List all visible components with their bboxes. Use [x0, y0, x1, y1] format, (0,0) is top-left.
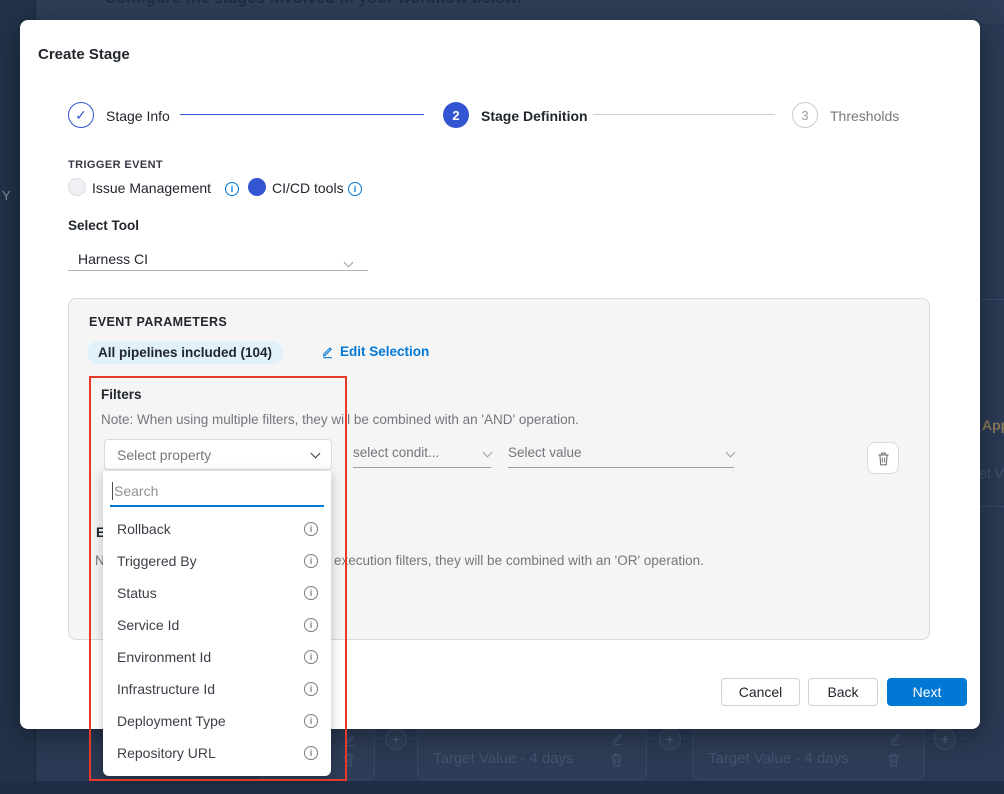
- radio-cicd-tools[interactable]: [248, 178, 266, 196]
- workflow-card-label: Target Value - 4 days: [708, 750, 849, 767]
- option-infrastructure-id[interactable]: Infrastructure Id i: [103, 673, 331, 705]
- next-button[interactable]: Next: [887, 678, 967, 706]
- trash-icon: [887, 752, 900, 767]
- radio-label-issue-management[interactable]: Issue Management: [92, 180, 211, 196]
- edit-pencil-icon: [889, 732, 902, 746]
- filter-value-select[interactable]: Select value: [508, 445, 734, 468]
- back-button[interactable]: Back: [808, 678, 878, 706]
- filter-property-placeholder: Select property: [117, 447, 211, 463]
- background-connector-dash: [980, 506, 1004, 507]
- search-input[interactable]: [110, 476, 324, 507]
- connector-dash: [410, 738, 417, 739]
- chevron-down-icon: [311, 448, 321, 458]
- info-icon[interactable]: i: [304, 714, 318, 728]
- edit-pencil-icon: [321, 345, 334, 359]
- select-tool-label: Select Tool: [68, 218, 139, 233]
- connector-dash: [376, 738, 383, 739]
- trash-icon: [877, 451, 890, 466]
- execution-filters-note-fragment: execution filters, they will be combined…: [334, 553, 704, 568]
- property-options-list: Rollback i Triggered By i Status i Servi…: [103, 513, 331, 769]
- background-card-label-fragment: et V: [979, 465, 1004, 481]
- step-number: 3: [801, 108, 808, 123]
- option-environment-id[interactable]: Environment Id i: [103, 641, 331, 673]
- sidebar-label-fragment: Y: [2, 188, 11, 203]
- modal-title: Create Stage: [38, 46, 130, 63]
- radio-label-cicd-tools[interactable]: CI/CD tools: [272, 180, 344, 196]
- workflow-card-label: Target Value - 4 days: [433, 750, 574, 767]
- stepper-label-thresholds[interactable]: Thresholds: [830, 108, 899, 124]
- select-tool-underline: [68, 270, 368, 271]
- info-icon[interactable]: i: [304, 586, 318, 600]
- edit-selection-label: Edit Selection: [340, 344, 429, 359]
- option-service-id[interactable]: Service Id i: [103, 609, 331, 641]
- text-cursor: [112, 482, 113, 500]
- event-parameters-heading: EVENT PARAMETERS: [89, 315, 227, 329]
- stepper-connector: [593, 114, 775, 115]
- connector-dash: [926, 738, 933, 739]
- delete-filter-button[interactable]: [867, 442, 899, 474]
- check-icon: ✓: [75, 107, 87, 124]
- stepper-label-stage-definition[interactable]: Stage Definition: [481, 108, 588, 124]
- edit-pencil-icon: [611, 732, 624, 746]
- add-stage-button: +: [659, 728, 681, 750]
- stepper-connector: [180, 114, 424, 115]
- filter-value-placeholder: Select value: [508, 445, 582, 460]
- stepper-step-stage-info[interactable]: ✓: [68, 102, 94, 128]
- stepper-step-thresholds[interactable]: 3: [792, 102, 818, 128]
- info-icon[interactable]: i: [304, 650, 318, 664]
- trash-icon: [610, 752, 623, 767]
- plus-icon: +: [392, 731, 400, 747]
- workflow-card: Target Value - 4 days: [692, 727, 925, 780]
- filters-note: Note: When using multiple filters, they …: [101, 412, 579, 427]
- background-banner-text: Configure the stages involved in your wo…: [105, 0, 522, 8]
- connector-dash: [960, 738, 967, 739]
- filter-condition-select[interactable]: select condit...: [353, 445, 491, 468]
- option-repository-url[interactable]: Repository URL i: [103, 737, 331, 769]
- edit-pencil-icon: [343, 733, 356, 747]
- chevron-down-icon[interactable]: [345, 253, 352, 271]
- filter-condition-placeholder: select condit...: [353, 445, 439, 460]
- filters-heading: Filters: [101, 387, 142, 402]
- info-icon[interactable]: i: [304, 746, 318, 760]
- trigger-event-label: TRIGGER EVENT: [68, 159, 163, 171]
- connector-dash: [650, 738, 657, 739]
- edit-selection-link[interactable]: Edit Selection: [321, 344, 429, 359]
- radio-issue-management[interactable]: [68, 178, 86, 196]
- select-tool-dropdown[interactable]: Harness CI: [78, 251, 148, 267]
- info-icon-cicd-tools[interactable]: i: [348, 182, 362, 196]
- step-number: 2: [452, 108, 459, 123]
- add-stage-button: +: [385, 728, 407, 750]
- property-dropdown-menu: Rollback i Triggered By i Status i Servi…: [103, 471, 331, 776]
- stepper-label-stage-info[interactable]: Stage Info: [106, 108, 170, 124]
- trash-icon: [342, 752, 355, 767]
- chevron-down-icon: [483, 448, 493, 458]
- background-bottom-strip: [0, 781, 1004, 794]
- chevron-down-icon: [726, 448, 736, 458]
- background-stage-label-fragment: App: [982, 417, 1004, 433]
- option-triggered-by[interactable]: Triggered By i: [103, 545, 331, 577]
- cancel-button[interactable]: Cancel: [721, 678, 800, 706]
- pipelines-included-badge: All pipelines included (104): [87, 341, 283, 364]
- filter-property-select[interactable]: Select property: [104, 439, 332, 470]
- background-divider: [980, 299, 1004, 300]
- screen: Configure the stages involved in your wo…: [0, 0, 1004, 794]
- option-rollback[interactable]: Rollback i: [103, 513, 331, 545]
- workflow-card: Target Value - 4 days: [417, 727, 647, 780]
- info-icon[interactable]: i: [304, 522, 318, 536]
- connector-dash: [683, 738, 690, 739]
- add-stage-button: +: [934, 728, 956, 750]
- info-icon[interactable]: i: [304, 682, 318, 696]
- option-deployment-type[interactable]: Deployment Type i: [103, 705, 331, 737]
- info-icon-issue-management[interactable]: i: [225, 182, 239, 196]
- info-icon[interactable]: i: [304, 618, 318, 632]
- plus-icon: +: [666, 731, 674, 747]
- plus-icon: +: [941, 731, 949, 747]
- option-status[interactable]: Status i: [103, 577, 331, 609]
- stepper-step-stage-definition[interactable]: 2: [443, 102, 469, 128]
- info-icon[interactable]: i: [304, 554, 318, 568]
